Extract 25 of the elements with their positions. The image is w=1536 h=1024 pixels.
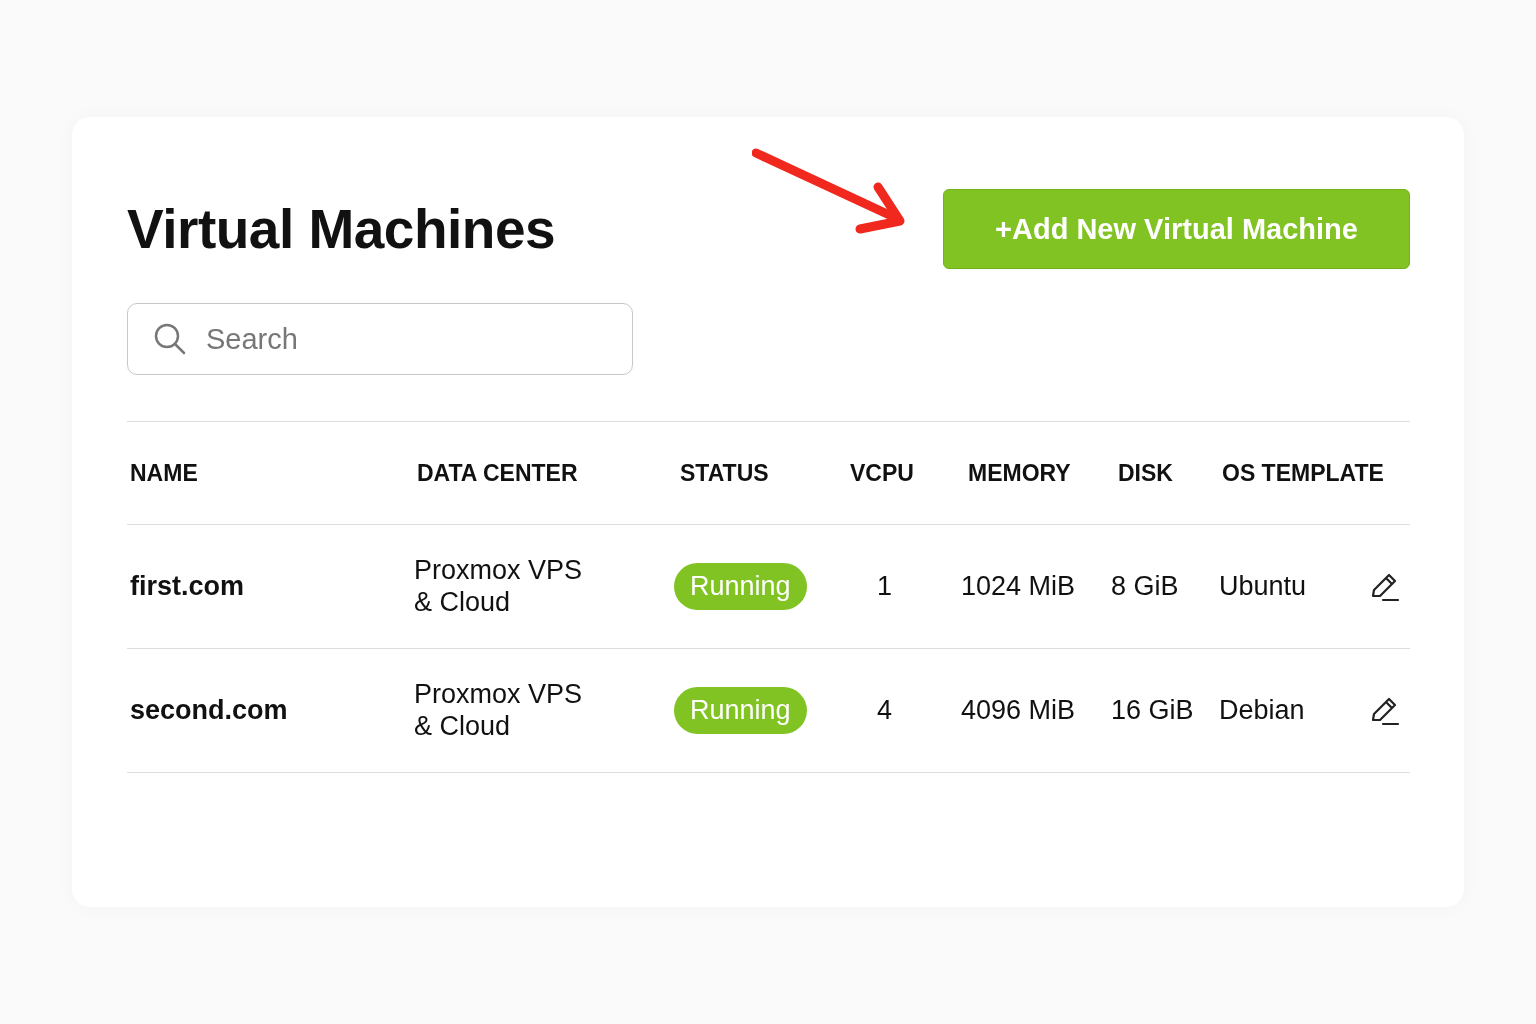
table-cell-text: Proxmox VPS & Cloud — [414, 555, 584, 618]
table-cell-text: 4096 MiB — [961, 695, 1077, 726]
column-header: STATUS — [679, 459, 770, 487]
column-header: NAME — [129, 459, 199, 487]
table-cell-text: Ubuntu — [1219, 571, 1308, 602]
table-cell-text: Debian — [1219, 695, 1306, 726]
vm-name: first.com — [129, 571, 246, 602]
column-header: DATA CENTER — [416, 459, 579, 487]
table-cell-text: 1024 MiB — [961, 571, 1077, 602]
column-header: DISK — [1117, 459, 1174, 487]
status-badge: Running — [674, 563, 807, 610]
table-cell-text: Proxmox VPS & Cloud — [414, 679, 584, 742]
table-cell-text: 8 GiB — [1111, 571, 1180, 602]
add-vm-button[interactable]: +Add New Virtual Machine — [943, 189, 1410, 269]
search-icon — [153, 322, 187, 356]
column-header: OS TEMPLATE — [1221, 459, 1384, 487]
table-cell-text: 4 — [876, 695, 894, 726]
search-field[interactable]: Search — [127, 303, 633, 375]
status-badge: Running — [674, 687, 807, 734]
table-cell-text: 1 — [876, 571, 894, 602]
column-header: VCPU — [849, 459, 915, 487]
page-title: Virtual Machines — [127, 197, 556, 261]
column-header: MEMORY — [967, 459, 1072, 487]
table-cell-text: 16 GiB — [1111, 695, 1195, 726]
vm-name: second.com — [129, 695, 289, 726]
